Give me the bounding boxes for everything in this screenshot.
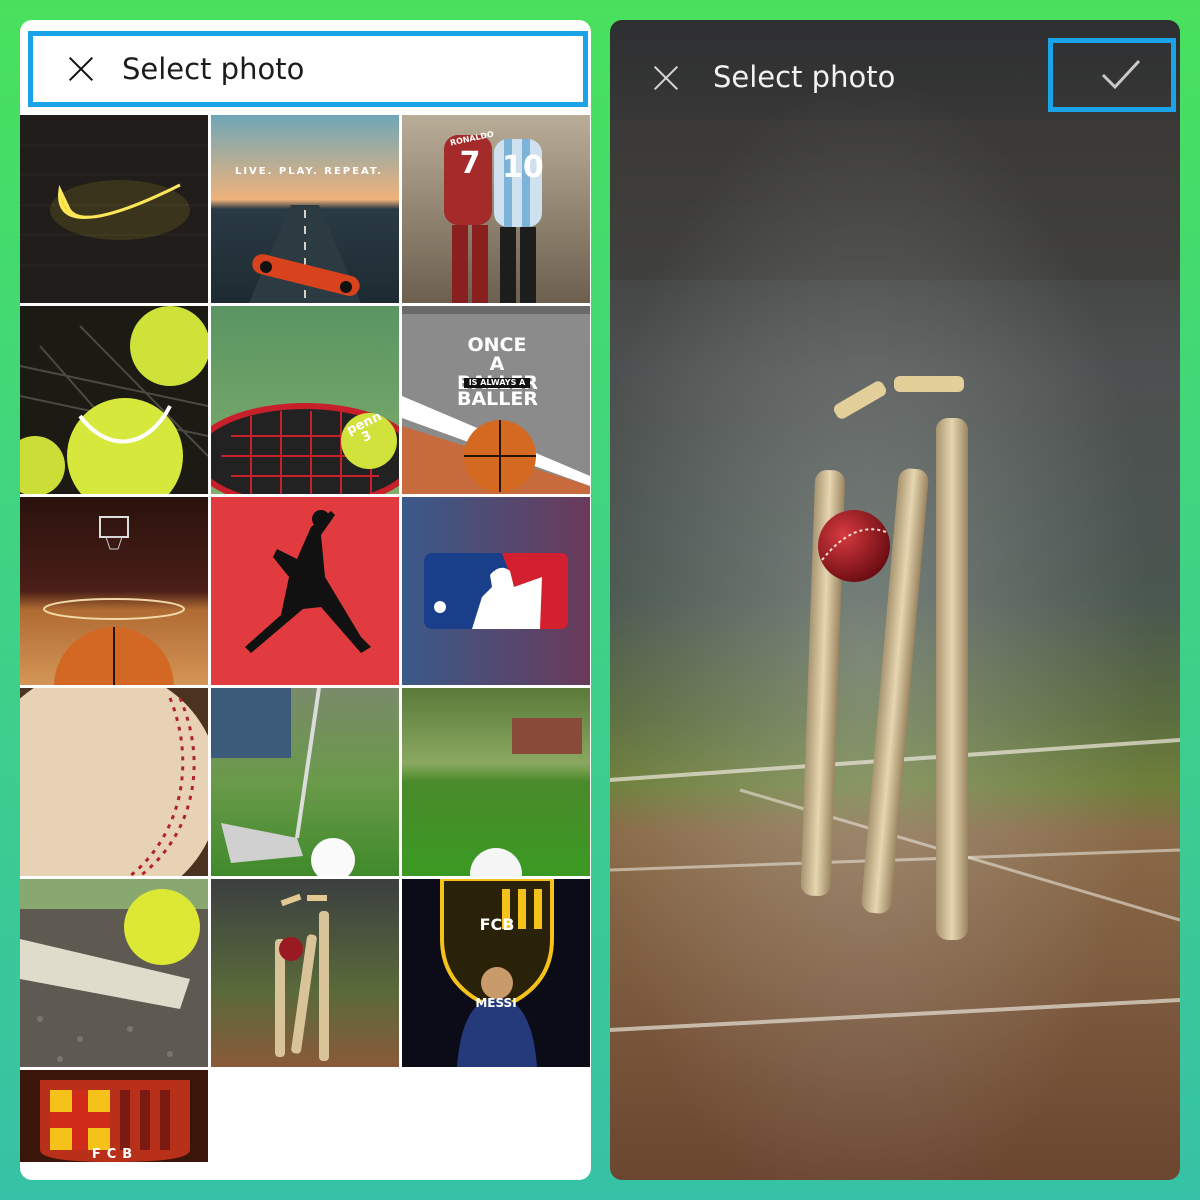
- preview-title: Select photo: [713, 60, 896, 94]
- photo-thumb-mlb[interactable]: [402, 497, 590, 685]
- picker-header: Select photo: [28, 31, 588, 107]
- photo-caption: FCB: [91, 1147, 139, 1162]
- photo-thumb-tennis-balls[interactable]: [20, 306, 208, 494]
- close-icon[interactable]: [63, 51, 99, 87]
- photo-thumb-cricket-bat[interactable]: [20, 879, 208, 1067]
- checkmark-icon: [1101, 59, 1141, 90]
- confirm-button[interactable]: [1048, 38, 1176, 112]
- photo-thumb-jumpman[interactable]: [211, 497, 399, 685]
- photo-thumb-golf-club[interactable]: [211, 688, 399, 876]
- photo-caption: BALLER: [457, 388, 539, 410]
- photo-thumb-golf-lawn[interactable]: [402, 688, 590, 876]
- photo-caption: MESSI: [475, 996, 517, 1010]
- photo-thumb-baseball[interactable]: [20, 688, 208, 876]
- photo-caption: FCB: [479, 915, 515, 934]
- photo-thumb-cricket-stumps[interactable]: [211, 879, 399, 1067]
- picker-title: Select photo: [122, 52, 305, 86]
- photo-caption: IS ALWAYS A: [464, 378, 530, 388]
- photo-picker-grid-panel: Select photo LIVE. PLAY. REPEAT. RONALDO…: [20, 20, 591, 1180]
- cricket-stumps-preview-image: [610, 20, 1180, 1180]
- jersey-number: 10: [502, 150, 544, 185]
- photo-thumb-fcb-messi[interactable]: FCB MESSI: [402, 879, 590, 1067]
- photo-thumb-fcb-crest[interactable]: FCB: [20, 1070, 208, 1162]
- photo-grid: LIVE. PLAY. REPEAT. RONALDO 7 10 penn 3 …: [20, 115, 591, 1180]
- photo-thumb-nike[interactable]: [20, 115, 208, 303]
- photo-thumb-skateboard[interactable]: LIVE. PLAY. REPEAT.: [211, 115, 399, 303]
- close-icon[interactable]: [650, 62, 682, 94]
- jersey-number: 7: [459, 146, 481, 181]
- photo-thumb-once-a-baller[interactable]: ONCE A BALLER IS ALWAYS A BALLER: [402, 306, 590, 494]
- photo-thumb-ronaldo-messi[interactable]: RONALDO 7 10: [402, 115, 590, 303]
- photo-preview-panel: Select photo: [610, 20, 1180, 1180]
- photo-thumb-tennis-racket[interactable]: penn 3: [211, 306, 399, 494]
- photo-thumb-basketball-court[interactable]: [20, 497, 208, 685]
- photo-caption: LIVE. PLAY. REPEAT.: [234, 166, 384, 177]
